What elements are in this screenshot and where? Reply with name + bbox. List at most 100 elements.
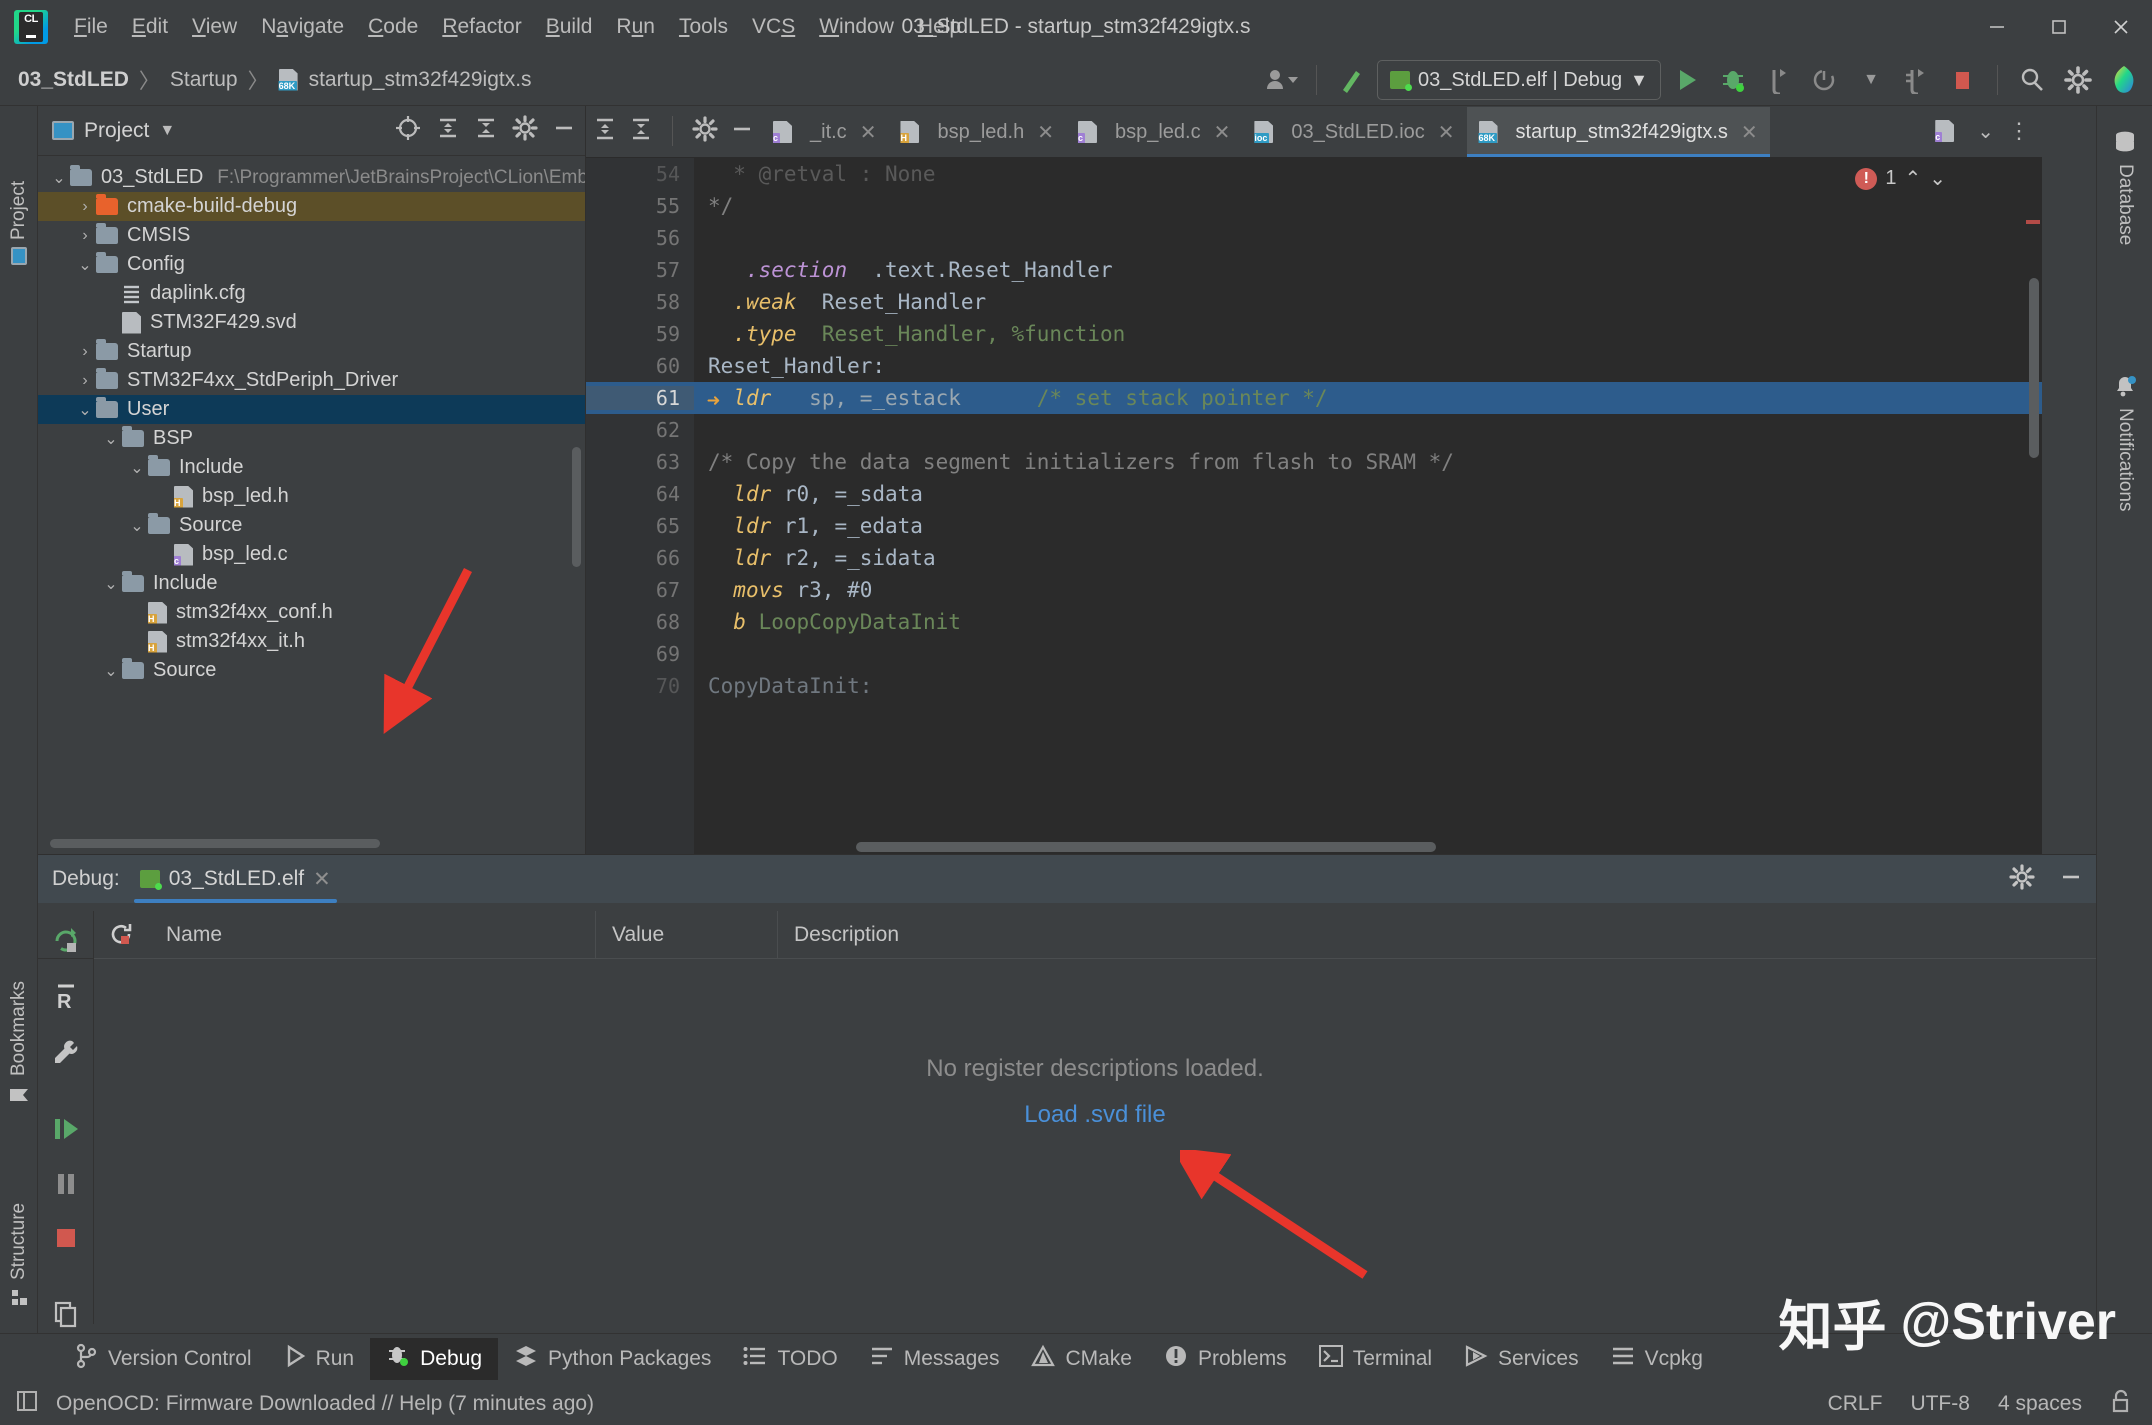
stop-button[interactable] bbox=[1943, 60, 1983, 100]
run-button[interactable] bbox=[1667, 60, 1707, 100]
pause-program-icon[interactable] bbox=[53, 1170, 79, 1203]
next-error-icon[interactable]: ⌄ bbox=[1929, 166, 1946, 191]
menu-build[interactable]: Build bbox=[534, 11, 605, 43]
tree-twisty-icon[interactable]: ⌄ bbox=[100, 661, 122, 681]
editor-tab--it-c[interactable]: c _it.c ✕ bbox=[761, 107, 888, 157]
stop-program-icon[interactable] bbox=[53, 1225, 79, 1256]
tree-node-stm32f4xx-conf-h[interactable]: Hstm32f4xx_conf.h bbox=[38, 598, 585, 627]
bottom-bar-item-messages[interactable]: Messages bbox=[854, 1338, 1016, 1380]
bottom-bar-item-vcpkg[interactable]: Vcpkg bbox=[1595, 1338, 1719, 1380]
tree-node-cmsis[interactable]: › CMSIS bbox=[38, 221, 585, 250]
code-line[interactable]: 70 CopyDataInit: bbox=[586, 670, 2042, 702]
code-line[interactable]: 65 ldr r1, =_edata bbox=[586, 510, 2042, 542]
project-tree-scrollbar[interactable] bbox=[572, 447, 581, 567]
sidebar-item-project[interactable]: Project bbox=[0, 114, 38, 265]
code-line[interactable]: 62 bbox=[586, 414, 2042, 446]
rerun-icon[interactable] bbox=[51, 925, 81, 960]
code-line[interactable]: 58 .weak Reset_Handler bbox=[586, 286, 2042, 318]
tree-twisty-icon[interactable]: › bbox=[74, 198, 96, 216]
close-button[interactable] bbox=[2090, 0, 2152, 54]
tree-twisty-icon[interactable]: › bbox=[74, 343, 96, 361]
editor-tab-bsp-led-c[interactable]: c bsp_led.c ✕ bbox=[1066, 107, 1242, 157]
code-line[interactable]: 57 .section .text.Reset_Handler bbox=[586, 254, 2042, 286]
bottom-bar-item-terminal[interactable]: Terminal bbox=[1303, 1338, 1448, 1380]
gear-icon[interactable] bbox=[691, 115, 719, 148]
code-line[interactable]: 59 .type Reset_Handler, %function bbox=[586, 318, 2042, 350]
tree-twisty-icon[interactable]: ⌄ bbox=[100, 429, 122, 449]
menu-run[interactable]: Run bbox=[604, 11, 667, 43]
menu-window[interactable]: Window bbox=[807, 11, 906, 43]
tree-node-stm32f4xx-stdperiph-driver[interactable]: › STM32F4xx_StdPeriph_Driver bbox=[38, 366, 585, 395]
breadcrumb-folder[interactable]: Startup bbox=[170, 68, 238, 92]
tree-node-config[interactable]: ⌄ Config bbox=[38, 250, 585, 279]
debug-button[interactable] bbox=[1713, 60, 1753, 100]
gear-icon[interactable] bbox=[2058, 60, 2098, 100]
refresh-icon[interactable] bbox=[94, 911, 150, 959]
bottom-bar-item-version-control[interactable]: Version Control bbox=[58, 1338, 268, 1380]
code-line[interactable]: 67 movs r3, #0 bbox=[586, 574, 2042, 606]
code-line[interactable]: 69 bbox=[586, 638, 2042, 670]
prev-error-icon[interactable]: ⌃ bbox=[1904, 166, 1921, 191]
tree-twisty-icon[interactable]: › bbox=[74, 227, 96, 245]
gear-icon[interactable] bbox=[2008, 863, 2036, 896]
chevron-down-icon[interactable]: ⌄ bbox=[1977, 119, 1994, 144]
tree-node-daplink-cfg[interactable]: daplink.cfg bbox=[38, 279, 585, 308]
error-stripe-marker[interactable] bbox=[2026, 220, 2040, 224]
breadcrumb-file[interactable]: startup_stm32f429igtx.s bbox=[309, 68, 532, 92]
close-icon[interactable]: ✕ bbox=[1037, 120, 1054, 145]
expand-all-icon[interactable] bbox=[592, 116, 618, 147]
menu-help[interactable]: Help bbox=[906, 11, 973, 43]
sidebar-item-bookmarks[interactable]: Bookmarks bbox=[0, 896, 38, 1106]
hide-panel-icon[interactable] bbox=[551, 115, 577, 147]
coverage-icon[interactable] bbox=[1805, 60, 1845, 100]
code-line[interactable]: 56 bbox=[586, 222, 2042, 254]
ai-assistant-icon[interactable] bbox=[2104, 60, 2144, 100]
chevron-down-icon[interactable]: ▼ bbox=[159, 122, 175, 140]
column-header-value[interactable]: Value bbox=[596, 910, 778, 959]
bottom-bar-item-python-packages[interactable]: Python Packages bbox=[498, 1338, 727, 1380]
code-line[interactable]: 63 /* Copy the data segment initializers … bbox=[586, 446, 2042, 478]
close-icon[interactable]: ✕ bbox=[1438, 120, 1455, 145]
project-file-tree[interactable]: ⌄ 03_StdLED F:\Programmer\JetBrainsProject… bbox=[38, 157, 585, 854]
tree-twisty-icon[interactable]: ⌄ bbox=[74, 255, 96, 275]
lock-icon[interactable] bbox=[2110, 1389, 2132, 1419]
close-icon[interactable]: ✕ bbox=[1741, 120, 1758, 145]
build-hammer-icon[interactable] bbox=[1331, 60, 1371, 100]
bottom-bar-item-todo[interactable]: TODO bbox=[727, 1338, 853, 1380]
line-separator-widget[interactable]: CRLF bbox=[1828, 1392, 1883, 1416]
menu-file[interactable]: FFileile bbox=[62, 11, 120, 43]
scroll-from-source-icon[interactable] bbox=[393, 113, 423, 149]
restore-layout-icon[interactable]: R bbox=[52, 982, 80, 1016]
indent-widget[interactable]: 4 spaces bbox=[1998, 1392, 2082, 1416]
minimize-button[interactable] bbox=[1966, 0, 2028, 54]
menu-code[interactable]: Code bbox=[356, 11, 430, 43]
close-icon[interactable]: ✕ bbox=[1214, 120, 1231, 145]
hide-panel-icon[interactable] bbox=[729, 116, 755, 147]
code-line[interactable]: 54 * @retval : None bbox=[586, 158, 2042, 190]
sidebar-item-database[interactable]: Database bbox=[2101, 130, 2149, 360]
column-header-description[interactable]: Description bbox=[778, 911, 2096, 959]
tree-node-include[interactable]: ⌄ Include bbox=[38, 569, 585, 598]
code-line[interactable]: 61 ➜ ldr sp, =_estack /* set stack pointe… bbox=[586, 382, 2042, 414]
collapse-all-icon[interactable] bbox=[473, 115, 499, 147]
tree-twisty-icon[interactable]: ⌄ bbox=[74, 400, 96, 420]
menu-view[interactable]: View bbox=[180, 11, 249, 43]
run-configuration-selector[interactable]: 03_StdLED.elf | Debug ▼ bbox=[1376, 60, 1661, 100]
editor-vertical-scrollbar[interactable] bbox=[2029, 278, 2039, 458]
editor-tab-03-stdled-ioc[interactable]: ioc 03_StdLED.ioc ✕ bbox=[1242, 107, 1466, 157]
bottom-bar-item-services[interactable]: Services bbox=[1448, 1338, 1595, 1380]
code-line[interactable]: 55 */ bbox=[586, 190, 2042, 222]
load-svd-file-link[interactable]: Load .svd file bbox=[1024, 1101, 1165, 1129]
code-content[interactable]: 54 * @retval : None 55 */ 56 57 .section .te… bbox=[586, 158, 2042, 854]
widget-icon[interactable] bbox=[14, 1388, 40, 1420]
close-icon[interactable]: ✕ bbox=[313, 867, 331, 892]
encoding-widget[interactable]: UTF-8 bbox=[1910, 1392, 1970, 1416]
code-line[interactable]: 60 Reset_Handler: bbox=[586, 350, 2042, 382]
menu-navigate[interactable]: Navigate bbox=[249, 11, 356, 43]
tree-twisty-icon[interactable]: ⌄ bbox=[126, 458, 148, 478]
status-message[interactable]: OpenOCD: Firmware Downloaded // Help (7 … bbox=[56, 1392, 594, 1416]
code-line[interactable]: 64 ldr r0, =_sdata bbox=[586, 478, 2042, 510]
tree-node-cmake-build-debug[interactable]: › cmake-build-debug bbox=[38, 192, 585, 221]
code-line[interactable]: 66 ldr r2, =_sidata bbox=[586, 542, 2042, 574]
search-icon[interactable] bbox=[2012, 60, 2052, 100]
